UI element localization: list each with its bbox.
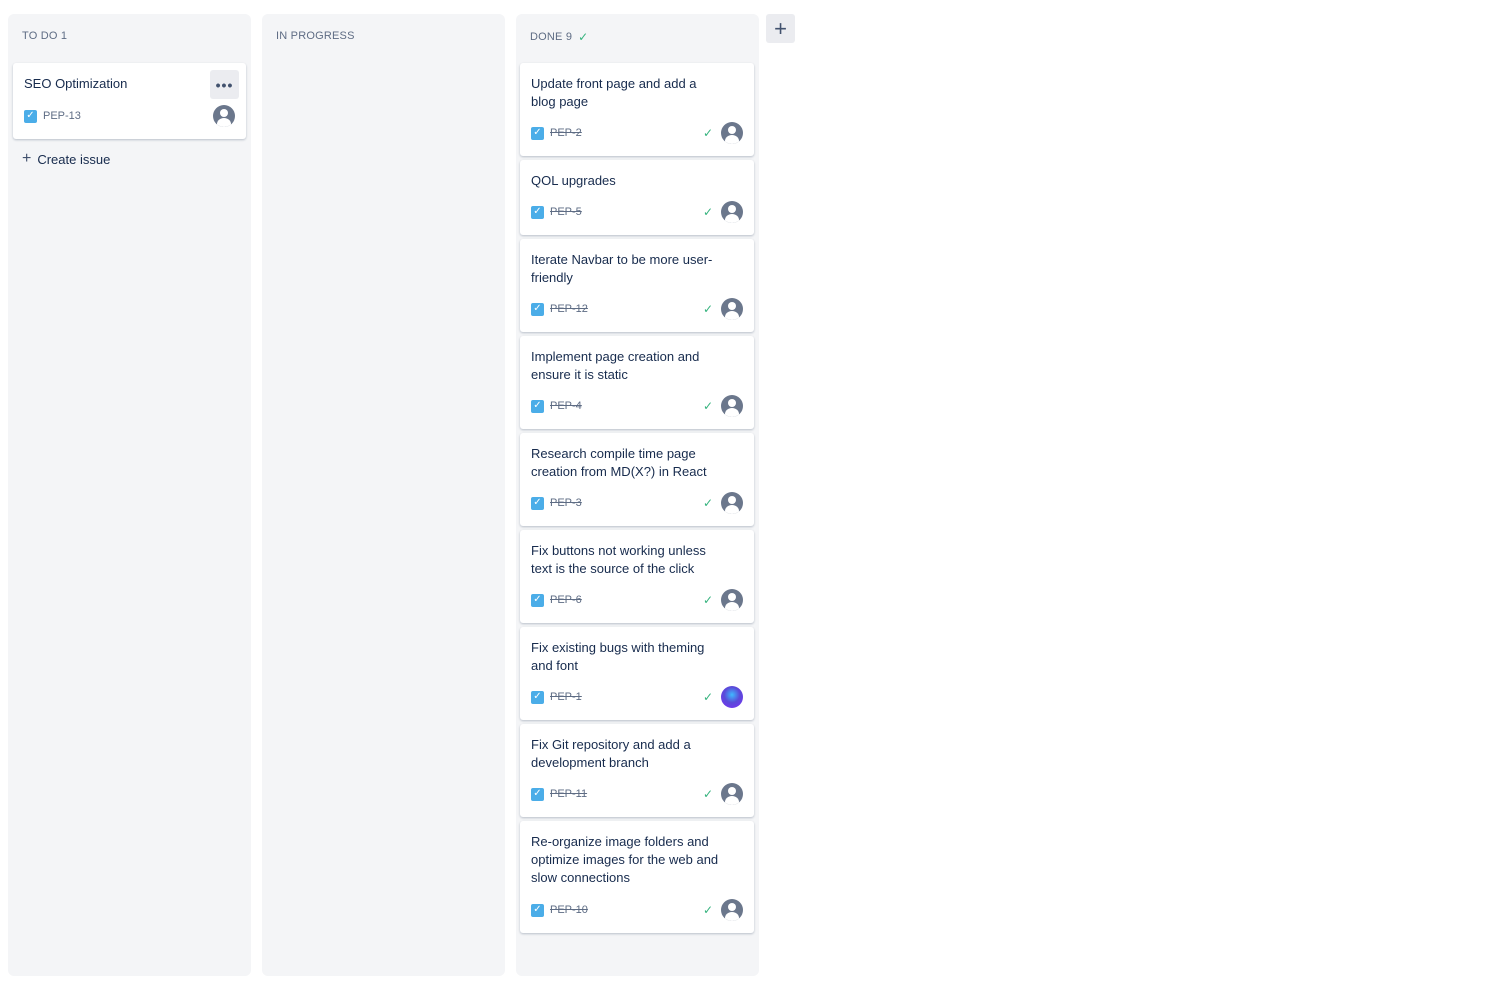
issue-title: Update front page and add a blog page: [531, 76, 697, 109]
checkbox-task-icon: ✓: [531, 690, 544, 704]
issue-title: QOL upgrades: [531, 173, 616, 188]
check-icon: ✓: [702, 205, 713, 219]
checkbox-task-icon: ✓: [531, 903, 544, 917]
issue-title: Implement page creation and ensure it is…: [531, 349, 700, 382]
issue-footer: ✓ PEP-2 ✓: [531, 122, 743, 144]
issue-card[interactable]: Implement page creation and ensure it is…: [520, 336, 754, 429]
issue-key[interactable]: PEP-3: [550, 497, 582, 509]
column-todo: TO DO 1 SEO Optimization ••• ✓ PEP-13 + …: [8, 14, 251, 976]
issue-key[interactable]: PEP-12: [550, 303, 588, 315]
checkbox-task-icon: ✓: [531, 593, 544, 607]
check-icon: ✓: [702, 302, 713, 316]
add-column-button[interactable]: +: [766, 14, 795, 43]
create-issue-button[interactable]: + Create issue: [22, 151, 110, 167]
issue-title: Fix buttons not working unless text is t…: [531, 543, 706, 576]
check-icon: ✓: [702, 690, 713, 704]
user-avatar-icon[interactable]: [721, 298, 743, 320]
column-title-done: DONE 9: [530, 31, 573, 43]
issue-footer: ✓ PEP-12 ✓: [531, 298, 743, 320]
issue-title: Iterate Navbar to be more user-friendly: [531, 252, 713, 285]
issue-key[interactable]: PEP-5: [550, 206, 582, 218]
issue-footer: ✓ PEP-5 ✓: [531, 201, 743, 223]
user-avatar-icon[interactable]: [721, 492, 743, 514]
issue-key[interactable]: PEP-6: [550, 594, 582, 606]
check-icon: ✓: [702, 126, 713, 140]
issue-footer: ✓ PEP-3 ✓: [531, 492, 743, 514]
issue-card[interactable]: Research compile time page creation from…: [520, 433, 754, 526]
issue-title: SEO Optimization: [24, 76, 128, 91]
issue-footer: ✓ PEP-6 ✓: [531, 589, 743, 611]
issue-key[interactable]: PEP-2: [550, 127, 582, 139]
checkbox-task-icon: ✓: [531, 496, 544, 510]
column-inprogress: IN PROGRESS: [262, 14, 505, 976]
column-header-inprogress: IN PROGRESS: [276, 30, 355, 42]
issue-card[interactable]: Fix Git repository and add a development…: [520, 724, 754, 817]
column-title-todo: TO DO 1: [22, 30, 68, 42]
issue-card[interactable]: Fix buttons not working unless text is t…: [520, 530, 754, 623]
checkbox-task-icon: ✓: [531, 126, 544, 140]
issue-key[interactable]: PEP-13: [43, 110, 81, 122]
issue-footer: ✓ PEP-13: [24, 105, 235, 127]
issue-footer: ✓ PEP-10 ✓: [531, 899, 743, 921]
check-icon: ✓: [702, 903, 713, 917]
column-header-todo: TO DO 1: [22, 30, 67, 42]
user-avatar-icon[interactable]: [721, 201, 743, 223]
issue-title: Fix existing bugs with theming and font: [531, 640, 705, 673]
check-icon: ✓: [578, 30, 589, 44]
user-avatar-icon[interactable]: [721, 899, 743, 921]
issue-key[interactable]: PEP-1: [550, 691, 582, 703]
issue-footer: ✓ PEP-1 ✓: [531, 686, 743, 708]
issue-key[interactable]: PEP-10: [550, 904, 588, 916]
column-done: DONE 9 ✓ Update front page and add a blo…: [516, 14, 759, 976]
issue-card[interactable]: Re-organize image folders and optimize i…: [520, 821, 754, 933]
issue-card[interactable]: Update front page and add a blog page ✓ …: [520, 63, 754, 156]
issue-footer: ✓ PEP-4 ✓: [531, 395, 743, 417]
check-icon: ✓: [702, 593, 713, 607]
issue-card[interactable]: SEO Optimization ••• ✓ PEP-13: [13, 63, 246, 139]
more-options-button[interactable]: •••: [210, 70, 239, 99]
issue-key[interactable]: PEP-4: [550, 400, 582, 412]
user-avatar-icon[interactable]: [721, 686, 743, 708]
check-icon: ✓: [702, 787, 713, 801]
checkbox-task-icon: ✓: [531, 399, 544, 413]
checkbox-task-icon: ✓: [531, 205, 544, 219]
plus-icon: +: [22, 150, 32, 167]
column-header-done: DONE 9 ✓: [530, 30, 588, 44]
issue-title: Research compile time page creation from…: [531, 446, 707, 479]
issue-title: Re-organize image folders and optimize i…: [531, 834, 719, 885]
checkbox-task-icon: ✓: [24, 109, 37, 123]
checkbox-task-icon: ✓: [531, 302, 544, 316]
issue-card[interactable]: Fix existing bugs with theming and font …: [520, 627, 754, 720]
issue-card[interactable]: QOL upgrades ✓ PEP-5 ✓: [520, 160, 754, 235]
user-avatar-icon[interactable]: [721, 783, 743, 805]
issue-key[interactable]: PEP-11: [550, 788, 587, 800]
user-avatar-icon[interactable]: [721, 122, 743, 144]
issue-title: Fix Git repository and add a development…: [531, 737, 691, 770]
user-avatar-icon[interactable]: [721, 395, 743, 417]
issue-footer: ✓ PEP-11 ✓: [531, 783, 743, 805]
issue-card[interactable]: Iterate Navbar to be more user-friendly …: [520, 239, 754, 332]
create-issue-label: Create issue: [37, 151, 111, 167]
kanban-board: TO DO 1 SEO Optimization ••• ✓ PEP-13 + …: [0, 0, 1508, 986]
user-avatar-icon[interactable]: [721, 589, 743, 611]
check-icon: ✓: [702, 399, 713, 413]
user-avatar-icon[interactable]: [213, 105, 235, 127]
checkbox-task-icon: ✓: [531, 787, 544, 801]
check-icon: ✓: [702, 496, 713, 510]
column-title-inprogress: IN PROGRESS: [276, 30, 355, 42]
